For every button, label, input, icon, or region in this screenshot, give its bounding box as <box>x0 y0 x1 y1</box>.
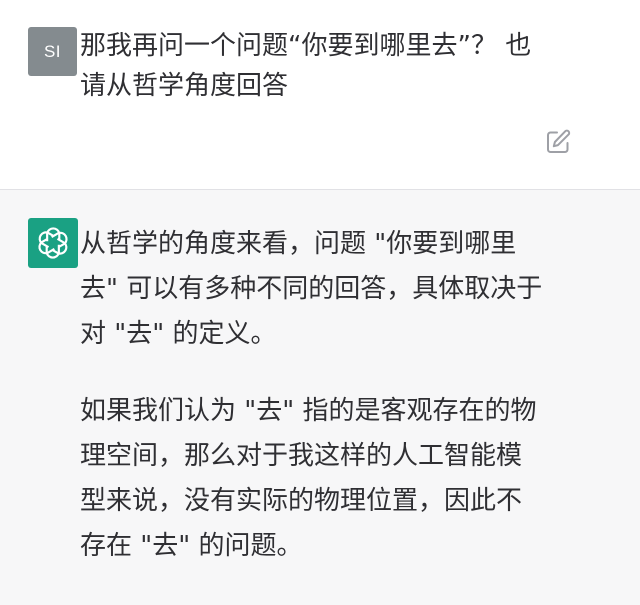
assistant-paragraph: 如果我们认为 "去" 指的是客观存在的物 理空间，那么对于我这样的人工智能模 型… <box>80 389 590 569</box>
assistant-line: 型来说，没有实际的物理位置，因此不 <box>80 486 523 516</box>
assistant-line: 对 "去" 的定义。 <box>80 319 277 349</box>
assistant-line: 如果我们认为 "去" 指的是客观存在的物 <box>80 396 537 426</box>
assistant-avatar <box>28 218 78 268</box>
user-message: SI 那我再问一个问题“你要到哪里去”？ 也 请从哲学角度回答 <box>0 0 640 189</box>
assistant-line: 理空间，那么对于我这样的人工智能模 <box>80 441 523 471</box>
assistant-paragraph: 从哲学的角度来看，问题 "你要到哪里 去" 可以有多种不同的回答，具体取决于 对… <box>80 222 590 357</box>
assistant-message-text: 从哲学的角度来看，问题 "你要到哪里 去" 可以有多种不同的回答，具体取决于 对… <box>80 222 590 569</box>
assistant-line: 去" 可以有多种不同的回答，具体取决于 <box>80 274 543 304</box>
user-avatar: SI <box>28 27 77 76</box>
user-message-line: 请从哲学角度回答 <box>80 71 289 101</box>
openai-logo-icon <box>38 227 68 259</box>
user-avatar-initials: SI <box>43 41 62 61</box>
assistant-line: 从哲学的角度来看，问题 "你要到哪里 <box>80 229 517 259</box>
edit-icon[interactable] <box>544 128 572 156</box>
assistant-line: 存在 "去" 的问题。 <box>80 531 303 561</box>
assistant-message: 从哲学的角度来看，问题 "你要到哪里 去" 可以有多种不同的回答，具体取决于 对… <box>0 190 640 605</box>
user-message-text: 那我再问一个问题“你要到哪里去”？ 也 请从哲学角度回答 <box>80 26 600 106</box>
user-message-line: 那我再问一个问题“你要到哪里去”？ 也 <box>80 31 532 61</box>
